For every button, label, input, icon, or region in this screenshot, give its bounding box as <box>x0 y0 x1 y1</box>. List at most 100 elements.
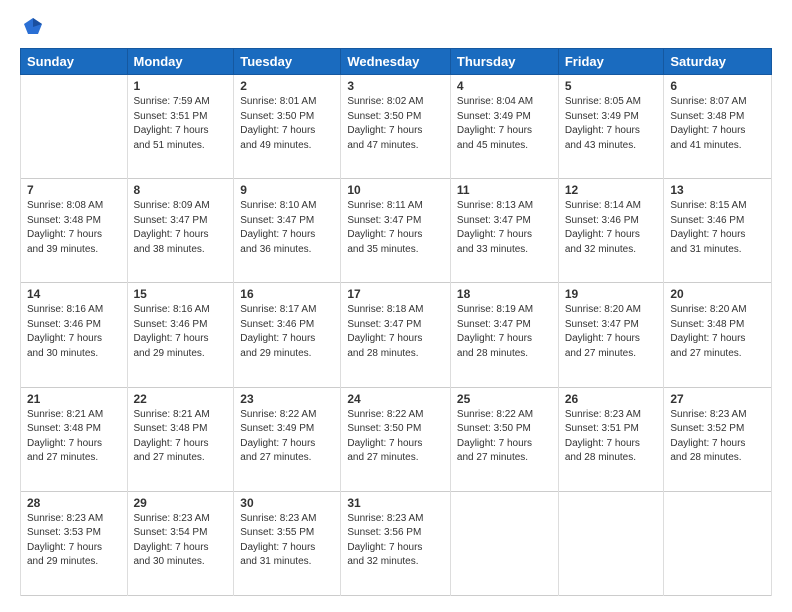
calendar-cell: 7 Sunrise: 8:08 AM Sunset: 3:48 PM Daylig… <box>21 179 128 283</box>
day-info: Sunrise: 8:09 AM Sunset: 3:47 PM Dayligh… <box>134 199 228 257</box>
calendar-cell: 2 Sunrise: 8:01 AM Sunset: 3:50 PM Daylig… <box>234 75 341 179</box>
day-info: Sunrise: 8:19 AM Sunset: 3:47 PM Dayligh… <box>457 303 552 361</box>
day-number: 28 <box>27 496 121 510</box>
day-number: 21 <box>27 392 121 406</box>
day-number: 27 <box>670 392 765 406</box>
day-number: 23 <box>240 392 334 406</box>
day-info: Sunrise: 8:23 AM Sunset: 3:52 PM Dayligh… <box>670 408 765 466</box>
day-info: Sunrise: 8:17 AM Sunset: 3:46 PM Dayligh… <box>240 303 334 361</box>
calendar-cell: 16 Sunrise: 8:17 AM Sunset: 3:46 PM Dayli… <box>234 283 341 387</box>
day-info: Sunrise: 8:22 AM Sunset: 3:49 PM Dayligh… <box>240 408 334 466</box>
calendar-cell: 24Sunrise: 8:22 AM Sunset: 3:50 PM Dayli… <box>341 387 451 491</box>
page: SundayMondayTuesdayWednesdayThursdayFrid… <box>0 0 792 612</box>
header-day-monday: Monday <box>127 49 234 75</box>
header-day-friday: Friday <box>558 49 664 75</box>
calendar-header: SundayMondayTuesdayWednesdayThursdayFrid… <box>21 49 772 75</box>
day-number: 26 <box>565 392 658 406</box>
calendar-cell: 15Sunrise: 8:16 AM Sunset: 3:46 PM Dayli… <box>127 283 234 387</box>
day-info: Sunrise: 8:08 AM Sunset: 3:48 PM Dayligh… <box>27 199 121 257</box>
day-number: 10 <box>347 183 444 197</box>
day-number: 1 <box>134 79 228 93</box>
day-info: Sunrise: 8:13 AM Sunset: 3:47 PM Dayligh… <box>457 199 552 257</box>
day-number: 16 <box>240 287 334 301</box>
day-info: Sunrise: 8:15 AM Sunset: 3:46 PM Dayligh… <box>670 199 765 257</box>
calendar-week-1: 1 Sunrise: 7:59 AM Sunset: 3:51 PM Daylig… <box>21 75 772 179</box>
day-info: Sunrise: 8:18 AM Sunset: 3:47 PM Dayligh… <box>347 303 444 361</box>
calendar-cell: 29 Sunrise: 8:23 AM Sunset: 3:54 PM Dayli… <box>127 491 234 595</box>
calendar-cell: 5 Sunrise: 8:05 AM Sunset: 3:49 PM Daylig… <box>558 75 664 179</box>
header-day-sunday: Sunday <box>21 49 128 75</box>
calendar-cell: 4 Sunrise: 8:04 AM Sunset: 3:49 PM Daylig… <box>450 75 558 179</box>
calendar-cell: 23 Sunrise: 8:22 AM Sunset: 3:49 PM Dayli… <box>234 387 341 491</box>
day-number: 25 <box>457 392 552 406</box>
header-day-wednesday: Wednesday <box>341 49 451 75</box>
calendar-body: 1 Sunrise: 7:59 AM Sunset: 3:51 PM Daylig… <box>21 75 772 596</box>
calendar-cell: 30 Sunrise: 8:23 AM Sunset: 3:55 PM Dayli… <box>234 491 341 595</box>
day-number: 30 <box>240 496 334 510</box>
day-number: 4 <box>457 79 552 93</box>
day-number: 13 <box>670 183 765 197</box>
calendar-cell: 8Sunrise: 8:09 AM Sunset: 3:47 PM Daylig… <box>127 179 234 283</box>
calendar-cell: 13 Sunrise: 8:15 AM Sunset: 3:46 PM Dayli… <box>664 179 772 283</box>
calendar-cell: 20 Sunrise: 8:20 AM Sunset: 3:48 PM Dayli… <box>664 283 772 387</box>
calendar-cell <box>21 75 128 179</box>
day-number: 11 <box>457 183 552 197</box>
day-number: 31 <box>347 496 444 510</box>
calendar-cell: 9 Sunrise: 8:10 AM Sunset: 3:47 PM Daylig… <box>234 179 341 283</box>
calendar-cell <box>450 491 558 595</box>
day-info: Sunrise: 7:59 AM Sunset: 3:51 PM Dayligh… <box>134 95 228 153</box>
day-info: Sunrise: 8:23 AM Sunset: 3:55 PM Dayligh… <box>240 512 334 570</box>
day-info: Sunrise: 8:14 AM Sunset: 3:46 PM Dayligh… <box>565 199 658 257</box>
day-number: 2 <box>240 79 334 93</box>
day-info: Sunrise: 8:10 AM Sunset: 3:47 PM Dayligh… <box>240 199 334 257</box>
day-info: Sunrise: 8:22 AM Sunset: 3:50 PM Dayligh… <box>347 408 444 466</box>
day-number: 29 <box>134 496 228 510</box>
day-info: Sunrise: 8:05 AM Sunset: 3:49 PM Dayligh… <box>565 95 658 153</box>
calendar-cell: 22 Sunrise: 8:21 AM Sunset: 3:48 PM Dayli… <box>127 387 234 491</box>
day-number: 6 <box>670 79 765 93</box>
day-info: Sunrise: 8:23 AM Sunset: 3:53 PM Dayligh… <box>27 512 121 570</box>
day-number: 22 <box>134 392 228 406</box>
day-number: 17 <box>347 287 444 301</box>
calendar-cell: 11 Sunrise: 8:13 AM Sunset: 3:47 PM Dayli… <box>450 179 558 283</box>
calendar-cell: 19Sunrise: 8:20 AM Sunset: 3:47 PM Dayli… <box>558 283 664 387</box>
calendar-cell <box>664 491 772 595</box>
calendar-cell: 10 Sunrise: 8:11 AM Sunset: 3:47 PM Dayli… <box>341 179 451 283</box>
calendar-cell: 6 Sunrise: 8:07 AM Sunset: 3:48 PM Daylig… <box>664 75 772 179</box>
day-info: Sunrise: 8:07 AM Sunset: 3:48 PM Dayligh… <box>670 95 765 153</box>
day-info: Sunrise: 8:02 AM Sunset: 3:50 PM Dayligh… <box>347 95 444 153</box>
day-info: Sunrise: 8:23 AM Sunset: 3:54 PM Dayligh… <box>134 512 228 570</box>
header-row: SundayMondayTuesdayWednesdayThursdayFrid… <box>21 49 772 75</box>
calendar-cell: 25 Sunrise: 8:22 AM Sunset: 3:50 PM Dayli… <box>450 387 558 491</box>
calendar-cell: 1 Sunrise: 7:59 AM Sunset: 3:51 PM Daylig… <box>127 75 234 179</box>
day-info: Sunrise: 8:21 AM Sunset: 3:48 PM Dayligh… <box>27 408 121 466</box>
calendar-cell: 14Sunrise: 8:16 AM Sunset: 3:46 PM Dayli… <box>21 283 128 387</box>
day-number: 20 <box>670 287 765 301</box>
calendar-week-5: 28 Sunrise: 8:23 AM Sunset: 3:53 PM Dayli… <box>21 491 772 595</box>
day-info: Sunrise: 8:20 AM Sunset: 3:48 PM Dayligh… <box>670 303 765 361</box>
day-number: 7 <box>27 183 121 197</box>
header <box>20 16 772 38</box>
calendar-week-2: 7 Sunrise: 8:08 AM Sunset: 3:48 PM Daylig… <box>21 179 772 283</box>
day-info: Sunrise: 8:11 AM Sunset: 3:47 PM Dayligh… <box>347 199 444 257</box>
calendar-week-4: 21 Sunrise: 8:21 AM Sunset: 3:48 PM Dayli… <box>21 387 772 491</box>
logo <box>20 16 44 38</box>
calendar-cell <box>558 491 664 595</box>
calendar-cell: 21 Sunrise: 8:21 AM Sunset: 3:48 PM Dayli… <box>21 387 128 491</box>
calendar-week-3: 14Sunrise: 8:16 AM Sunset: 3:46 PM Dayli… <box>21 283 772 387</box>
calendar-table: SundayMondayTuesdayWednesdayThursdayFrid… <box>20 48 772 596</box>
header-day-thursday: Thursday <box>450 49 558 75</box>
day-number: 3 <box>347 79 444 93</box>
day-number: 9 <box>240 183 334 197</box>
day-number: 5 <box>565 79 658 93</box>
day-info: Sunrise: 8:01 AM Sunset: 3:50 PM Dayligh… <box>240 95 334 153</box>
day-info: Sunrise: 8:16 AM Sunset: 3:46 PM Dayligh… <box>27 303 121 361</box>
day-number: 18 <box>457 287 552 301</box>
calendar-cell: 3 Sunrise: 8:02 AM Sunset: 3:50 PM Daylig… <box>341 75 451 179</box>
day-info: Sunrise: 8:22 AM Sunset: 3:50 PM Dayligh… <box>457 408 552 466</box>
calendar-cell: 27 Sunrise: 8:23 AM Sunset: 3:52 PM Dayli… <box>664 387 772 491</box>
day-info: Sunrise: 8:04 AM Sunset: 3:49 PM Dayligh… <box>457 95 552 153</box>
calendar-cell: 12Sunrise: 8:14 AM Sunset: 3:46 PM Dayli… <box>558 179 664 283</box>
day-info: Sunrise: 8:21 AM Sunset: 3:48 PM Dayligh… <box>134 408 228 466</box>
day-number: 15 <box>134 287 228 301</box>
